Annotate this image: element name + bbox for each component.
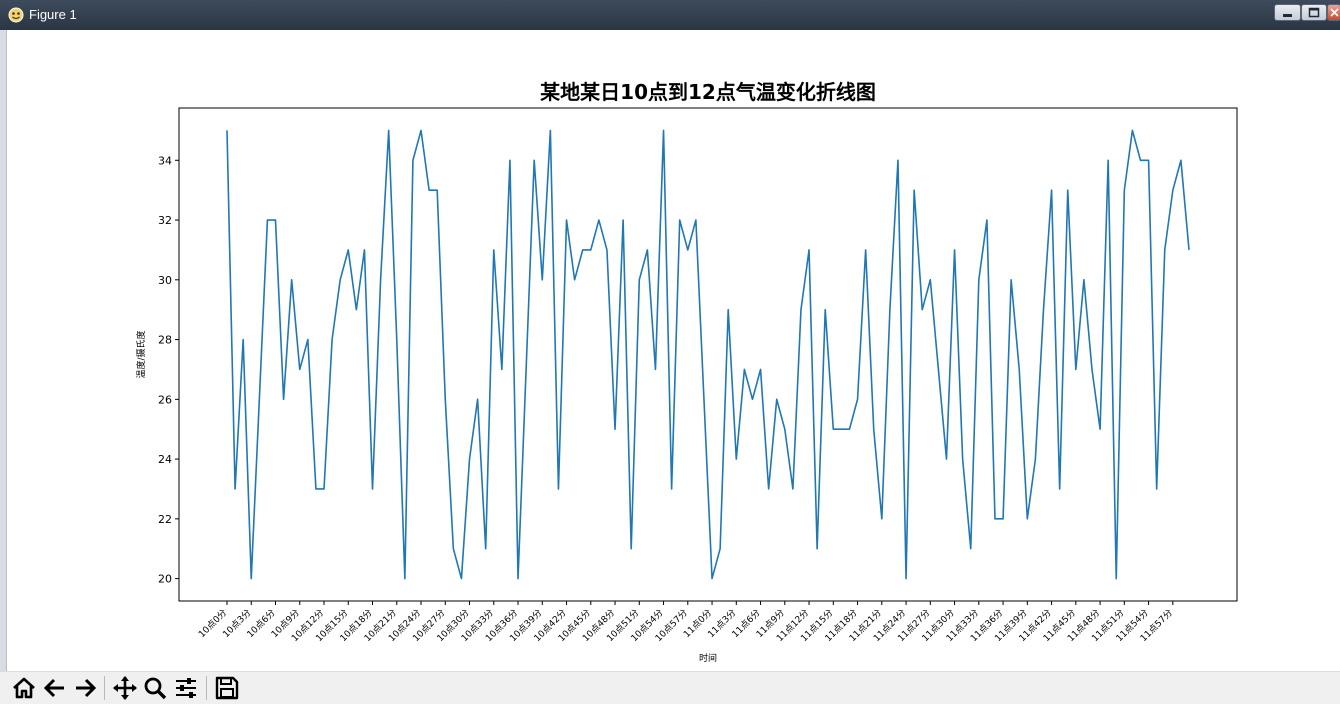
move-icon — [113, 676, 137, 700]
plot-area — [178, 107, 1238, 602]
forward-button[interactable] — [71, 674, 99, 702]
line-chart: 某地某日10点到12点气温变化折线图 20 22 24 26 28 30 32 34 10点0… — [135, 80, 1238, 664]
arrow-right-icon — [76, 678, 97, 698]
maximize-button[interactable] — [1301, 4, 1327, 21]
figure-canvas[interactable]: 某地某日10点到12点气温变化折线图 20 22 24 26 28 30 32 34 10点0… — [7, 30, 1340, 671]
x-axis: 10点0分10点3分10点6分10点9分10点12分10点15分10点18分10… — [196, 601, 1175, 644]
y-tick-label: 34 — [158, 154, 172, 167]
save-button[interactable] — [213, 674, 241, 702]
home-icon — [13, 677, 35, 699]
y-tick-label: 28 — [158, 334, 172, 347]
arrow-left-icon — [43, 678, 64, 698]
chart-title: 某地某日10点到12点气温变化折线图 — [540, 80, 876, 104]
zoom-button[interactable] — [141, 674, 169, 702]
home-button[interactable] — [10, 674, 38, 702]
close-button[interactable] — [1327, 4, 1340, 21]
y-tick-label: 30 — [158, 274, 172, 287]
window-title: Figure 1 — [29, 7, 77, 22]
maximize-icon — [1308, 7, 1320, 18]
x-axis-label: 时间 — [699, 652, 717, 664]
navigation-toolbar — [0, 671, 1340, 704]
zoom-icon — [144, 677, 167, 700]
axes-frame — [178, 107, 1238, 602]
minimize-button[interactable] — [1274, 4, 1301, 21]
toolbar-separator — [104, 676, 105, 700]
window-titlebar: Figure 1 — [0, 0, 1340, 30]
y-tick-label: 22 — [158, 513, 172, 526]
y-axis-label: 温度/摄氏度 — [135, 330, 147, 378]
save-icon — [215, 676, 239, 700]
y-axis: 20 22 24 26 28 30 32 34 — [158, 154, 179, 586]
series-line — [226, 129, 1190, 580]
minimize-icon — [1283, 14, 1292, 17]
toolbar-separator — [206, 676, 207, 700]
back-button[interactable] — [41, 674, 69, 702]
y-tick-label: 26 — [158, 393, 172, 406]
close-icon — [1330, 8, 1339, 17]
y-tick-label: 20 — [158, 573, 172, 586]
window-frame — [0, 30, 7, 671]
y-tick-label: 24 — [158, 453, 172, 466]
configure-subplots-button[interactable] — [172, 674, 200, 702]
y-tick-label: 32 — [158, 214, 172, 227]
pan-button[interactable] — [111, 674, 139, 702]
app-icon — [8, 7, 24, 23]
sliders-icon — [176, 678, 196, 698]
